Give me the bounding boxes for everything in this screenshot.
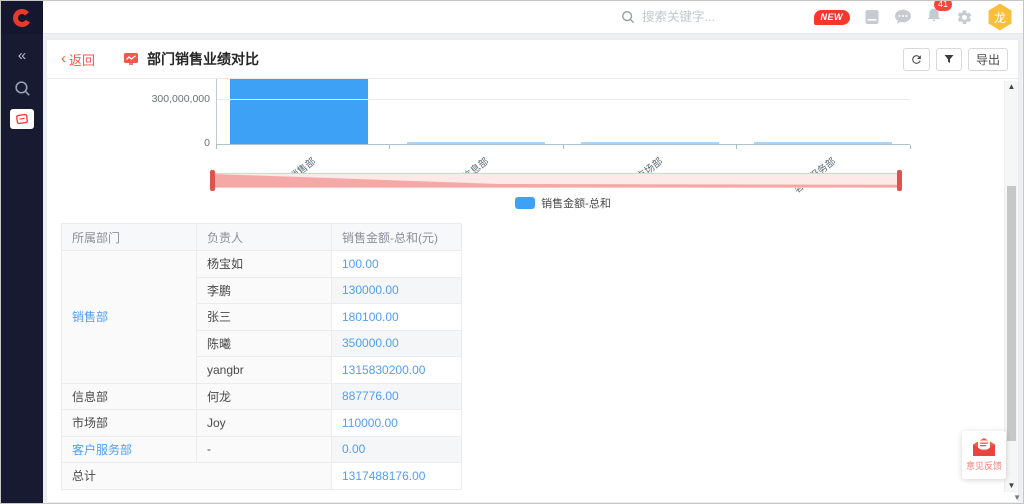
- datazoom-slider[interactable]: [212, 173, 900, 188]
- table-row: 市场部 Joy 110000.00: [62, 410, 462, 437]
- gear-icon[interactable]: [956, 9, 973, 26]
- sidebar-item-bi-report[interactable]: [10, 109, 34, 129]
- search-input[interactable]: [642, 10, 792, 24]
- bar-market-dept[interactable]: [581, 142, 719, 144]
- page-title: 部门销售业绩对比: [147, 49, 259, 69]
- chart-legend[interactable]: 销售金额-总和: [216, 195, 910, 211]
- total-label-cell: 总计: [62, 463, 332, 490]
- app-logo[interactable]: [1, 1, 43, 34]
- owner-cell: 陈曦: [197, 330, 332, 357]
- datazoom-right-handle[interactable]: [897, 170, 902, 191]
- bar-info-dept[interactable]: [407, 142, 545, 144]
- table-total-row: 总计 1317488176.00: [62, 463, 462, 490]
- amount-cell[interactable]: 1315830200.00: [332, 357, 462, 384]
- datazoom-preview: [213, 174, 899, 187]
- col-header-amount: 销售金额-总和(元): [332, 224, 462, 251]
- dept-link-customer-service[interactable]: 客户服务部: [62, 436, 197, 463]
- new-badge[interactable]: NEW: [814, 10, 851, 25]
- summary-table: 所属部门 负责人 销售金额-总和(元) 销售部 杨宝如 100.00 李鹏 13…: [61, 223, 462, 490]
- datazoom-left-handle[interactable]: [210, 170, 215, 191]
- amount-cell[interactable]: 180100.00: [332, 304, 462, 331]
- notification-count-badge: 41: [934, 0, 952, 11]
- back-label: 返回: [69, 50, 95, 69]
- app-window: NEW 41 龙 «: [0, 0, 1024, 504]
- owner-cell: 李鹏: [197, 277, 332, 304]
- dept-cell: 市场部: [62, 410, 197, 437]
- filter-button[interactable]: [936, 48, 962, 71]
- col-header-owner: 负责人: [197, 224, 332, 251]
- dept-link-sales[interactable]: 销售部: [62, 251, 197, 384]
- sidebar: «: [1, 34, 43, 503]
- table-row: 销售部 杨宝如 100.00: [62, 251, 462, 278]
- logo-c-icon: [12, 8, 32, 28]
- feedback-button[interactable]: 意见反馈: [962, 431, 1006, 479]
- filter-icon: [943, 53, 955, 65]
- scroll-up-icon[interactable]: ▲: [1005, 82, 1018, 91]
- bar-sales-dept[interactable]: [230, 79, 368, 144]
- refresh-icon: [910, 53, 923, 66]
- col-header-dept: 所属部门: [62, 224, 197, 251]
- amount-cell[interactable]: 130000.00: [332, 277, 462, 304]
- bar-chart: 300,000,000 0 销售部 信息部 市场部 客户服务部: [47, 79, 1018, 224]
- owner-cell: Joy: [197, 410, 332, 437]
- table-row: 信息部 何龙 887776.00: [62, 383, 462, 410]
- bar-service-dept[interactable]: [754, 142, 892, 144]
- refresh-button[interactable]: [903, 48, 930, 71]
- feedback-label: 意见反馈: [966, 459, 1002, 472]
- vertical-scrollbar[interactable]: ▲ ▼: [1004, 81, 1018, 492]
- collapse-sidebar-icon[interactable]: «: [18, 48, 26, 63]
- corner-scroll-icon: ▼: [1013, 493, 1021, 502]
- global-search[interactable]: [621, 1, 792, 33]
- export-button[interactable]: 导出: [968, 48, 1008, 71]
- legend-swatch: [515, 197, 535, 209]
- bi-report-icon: [15, 113, 29, 125]
- search-icon: [621, 10, 635, 24]
- y-axis: [216, 79, 217, 145]
- owner-cell: -: [197, 436, 332, 463]
- report-type-icon: [123, 52, 139, 66]
- table-header-row: 所属部门 负责人 销售金额-总和(元): [62, 224, 462, 251]
- notebook-icon[interactable]: [864, 9, 880, 25]
- owner-cell: 何龙: [197, 383, 332, 410]
- chevron-left-icon: ‹: [61, 51, 66, 66]
- amount-cell[interactable]: 110000.00: [332, 410, 462, 437]
- total-amount-cell[interactable]: 1317488176.00: [332, 463, 462, 490]
- amount-cell[interactable]: 887776.00: [332, 383, 462, 410]
- topbar: NEW 41 龙: [1, 1, 1023, 34]
- table-row: 客户服务部 - 0.00: [62, 436, 462, 463]
- owner-cell: 杨宝如: [197, 251, 332, 278]
- envelope-icon: [972, 438, 996, 457]
- gridline: [216, 99, 910, 100]
- notifications[interactable]: 41: [926, 6, 942, 28]
- scrollbar-thumb[interactable]: [1007, 186, 1016, 441]
- sidebar-search-icon[interactable]: [14, 80, 31, 97]
- dept-cell: 信息部: [62, 383, 197, 410]
- amount-cell[interactable]: 100.00: [332, 251, 462, 278]
- report-header: ‹ 返回 部门销售业绩对比: [47, 40, 1018, 79]
- back-button[interactable]: ‹ 返回: [61, 50, 95, 69]
- amount-cell[interactable]: 0.00: [332, 436, 462, 463]
- y-tick-label: 0: [140, 137, 210, 149]
- avatar[interactable]: 龙: [987, 4, 1013, 31]
- topbar-icons: NEW 41 龙: [814, 1, 1014, 33]
- owner-cell: yangbr: [197, 357, 332, 384]
- amount-cell[interactable]: 350000.00: [332, 330, 462, 357]
- report-card: ‹ 返回 部门销售业绩对比: [47, 40, 1018, 502]
- legend-label: 销售金额-总和: [541, 195, 611, 211]
- chat-icon[interactable]: [894, 9, 912, 25]
- y-tick-label: 300,000,000: [140, 93, 210, 105]
- owner-cell: 张三: [197, 304, 332, 331]
- scroll-down-icon[interactable]: ▼: [1005, 481, 1018, 490]
